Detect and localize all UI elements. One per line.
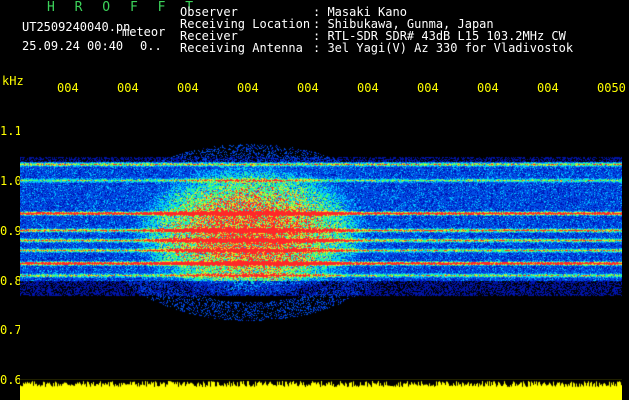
time-tick: 004 [537,81,559,95]
time-tick: 004 [117,81,139,95]
mode-label: meteor [122,25,166,39]
freq-tick: 0.6 [0,373,22,387]
freq-tick: 0.9 [0,224,22,238]
file-name: UT2509240040.pn [22,20,131,34]
freq-tick: 1.1 [0,124,22,138]
time-tick: 004 [477,81,499,95]
signal-level-bar [20,380,622,400]
count-label: 0.. [140,39,162,53]
freq-tick: 0.7 [0,323,22,337]
date-time: 25.09.24 00:40 [22,39,124,53]
freq-unit-label: kHz [2,74,24,88]
time-tick: 004 [177,81,199,95]
time-tick: 004 [417,81,439,95]
time-tick: 004 [237,81,259,95]
spectrogram-plot [20,100,622,382]
info-label-antenna: Receiving Antenna [180,41,303,55]
freq-tick: 1.0 [0,174,22,188]
freq-tick: 0.8 [0,274,22,288]
time-tick: 004 [357,81,379,95]
time-tick: 004 [57,81,79,95]
time-tick: 0050 [597,81,626,95]
info-value-antenna: : 3el Yagi(V) Az 330 for Vladivostok [313,41,574,55]
time-tick: 004 [297,81,319,95]
app-title: H R O F F T [47,0,200,15]
